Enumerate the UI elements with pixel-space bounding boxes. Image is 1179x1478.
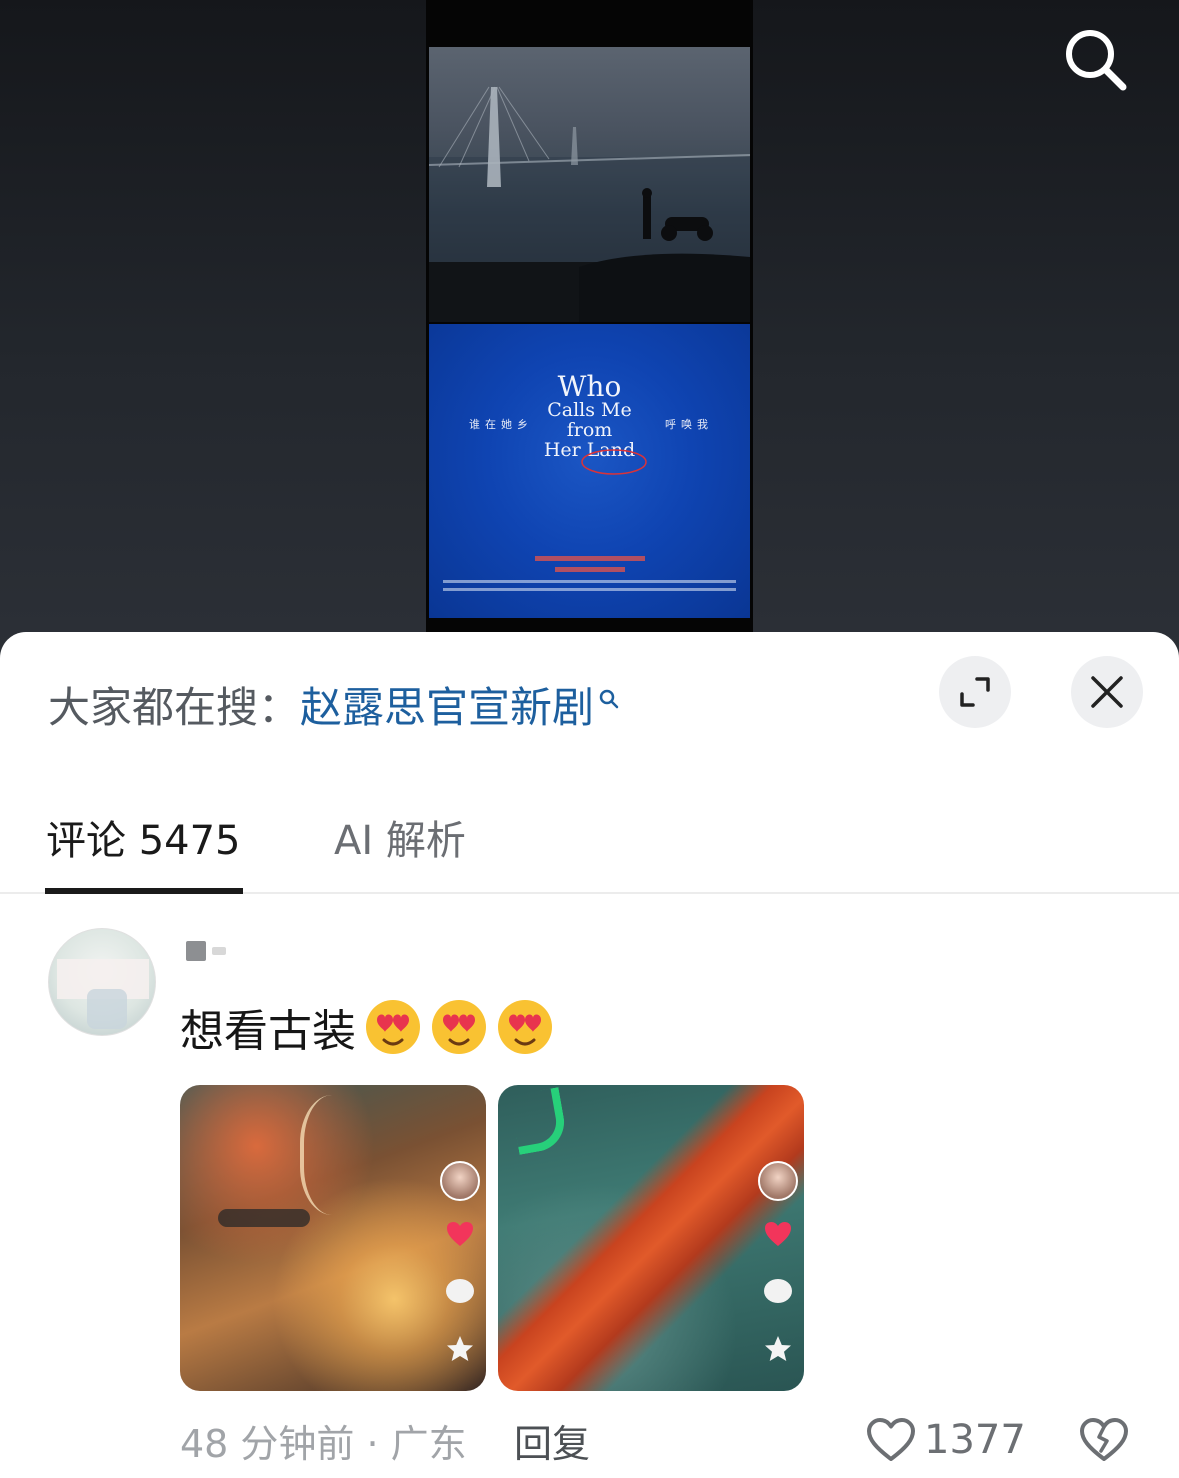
heart-eyes-emoji-icon bbox=[498, 1000, 552, 1054]
expand-button[interactable] bbox=[939, 656, 1011, 728]
video-frame: Who Calls Me from Her Land 谁在她乡 呼唤我 bbox=[426, 0, 753, 640]
broken-heart-icon bbox=[1080, 1418, 1128, 1461]
star-icon bbox=[765, 1336, 791, 1361]
redaction-block bbox=[212, 947, 226, 955]
reply-button[interactable]: 回复 bbox=[514, 1412, 590, 1468]
avatar bbox=[758, 1161, 798, 1201]
tab-comments[interactable]: 评论 5475 bbox=[46, 808, 241, 866]
expand-icon bbox=[960, 677, 990, 707]
tab-ai-analysis[interactable]: AI 解析 bbox=[334, 808, 466, 866]
avatar[interactable] bbox=[48, 928, 156, 1036]
active-tab-indicator bbox=[45, 888, 243, 894]
avatar bbox=[440, 1161, 480, 1201]
poster-credit-line2 bbox=[429, 565, 750, 574]
heart-eyes-emoji-icon bbox=[366, 1000, 420, 1054]
calligraphy-title bbox=[509, 1087, 569, 1155]
avatar-blur bbox=[87, 989, 127, 1029]
bridge-scene-image bbox=[429, 47, 750, 322]
user-name-redacted[interactable] bbox=[186, 938, 246, 964]
video-player[interactable]: Who Calls Me from Her Land 谁在她乡 呼唤我 bbox=[0, 0, 1179, 660]
close-button[interactable] bbox=[1071, 656, 1143, 728]
poster-right-text: 呼唤我 bbox=[665, 418, 713, 431]
poster-credit-line1 bbox=[429, 554, 750, 563]
like-count: 1377 bbox=[924, 1417, 1026, 1463]
poster-left-text: 谁在她乡 bbox=[469, 418, 533, 431]
hot-search-bar[interactable]: 大家都在搜： 赵露思官宣新剧 bbox=[48, 674, 620, 734]
comment-image-2[interactable] bbox=[498, 1085, 804, 1391]
hot-search-label: 大家都在搜： bbox=[48, 682, 301, 732]
hot-search-term[interactable]: 赵露思官宣新剧 bbox=[300, 674, 594, 735]
comment-body: 想看古装 bbox=[180, 1006, 356, 1057]
comment-bubble-icon bbox=[446, 1279, 474, 1303]
comment-sheet: 大家都在搜： 赵露思官宣新剧 评论 5475 AI 解析 想看古装 48 分钟前… bbox=[0, 632, 1179, 1478]
dislike-button[interactable] bbox=[1078, 1412, 1130, 1468]
poster-title-line1: Who bbox=[557, 370, 622, 403]
search-similar-pill bbox=[218, 1209, 310, 1227]
close-icon bbox=[1091, 676, 1123, 708]
red-circle-mark bbox=[581, 449, 647, 475]
redaction-block bbox=[186, 941, 206, 961]
heart-icon bbox=[447, 1222, 473, 1246]
poster-fine-print-1 bbox=[443, 580, 736, 583]
poster-image: Who Calls Me from Her Land 谁在她乡 呼唤我 bbox=[429, 324, 750, 618]
search-icon[interactable] bbox=[1058, 22, 1134, 98]
comment-meta: 48 分钟前 · 广东 bbox=[180, 1421, 467, 1466]
heart-outline-icon bbox=[867, 1418, 915, 1461]
like-button[interactable]: 1377 bbox=[866, 1412, 1026, 1468]
tab-bar: 评论 5475 AI 解析 bbox=[0, 802, 1179, 894]
calligraphy-title bbox=[300, 1095, 380, 1215]
search-icon bbox=[598, 671, 620, 720]
heart-icon bbox=[765, 1222, 791, 1246]
comment-text: 想看古装 bbox=[180, 994, 554, 1060]
comment-bubble-icon bbox=[764, 1279, 792, 1303]
heart-eyes-emoji-icon bbox=[432, 1000, 486, 1054]
poster-fine-print-2 bbox=[443, 588, 736, 591]
comment-image-1[interactable] bbox=[180, 1085, 486, 1391]
star-icon bbox=[447, 1336, 473, 1361]
